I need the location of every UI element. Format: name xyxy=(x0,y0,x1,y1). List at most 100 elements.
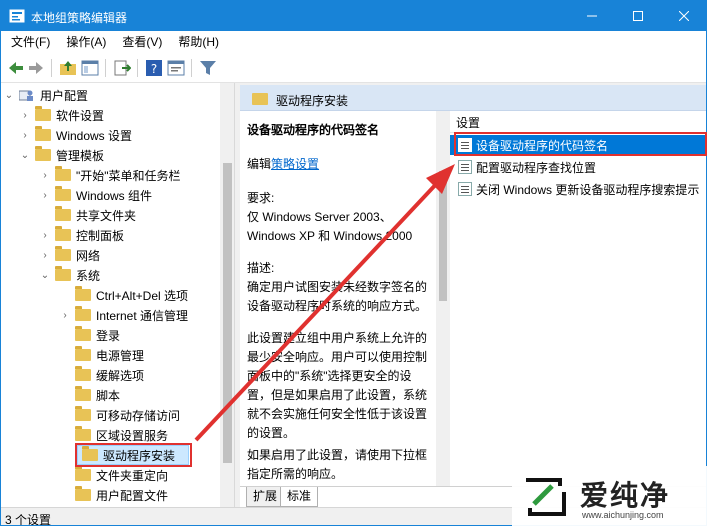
minimize-button[interactable] xyxy=(569,1,615,31)
tree-node-windows-components[interactable]: › Windows 组件 xyxy=(39,185,152,205)
chevron-right-icon[interactable]: › xyxy=(39,170,51,181)
close-icon xyxy=(679,11,689,21)
chevron-right-icon[interactable]: › xyxy=(19,130,31,141)
forward-arrow-icon[interactable] xyxy=(27,59,45,77)
details-header: 驱动程序安装 xyxy=(240,85,706,111)
menu-bar: 文件(F) 操作(A) 查看(V) 帮助(H) xyxy=(1,31,706,53)
tree-node-mitigation-options[interactable]: 缓解选项 xyxy=(59,365,144,385)
tree-node-control-panel[interactable]: › 控制面板 xyxy=(39,225,124,245)
requirements-label: 要求: xyxy=(247,191,275,205)
edit-prefix: 编辑 xyxy=(247,157,272,171)
tree-node-start-menu[interactable]: › "开始"菜单和任务栏 xyxy=(39,165,181,185)
show-hide-tree-icon[interactable] xyxy=(81,59,99,77)
tree-scrollbar[interactable] xyxy=(220,83,234,507)
toolbar-separator xyxy=(191,59,192,77)
folder-up-icon[interactable] xyxy=(59,59,77,77)
chevron-down-icon[interactable]: ⌄ xyxy=(39,270,51,281)
tree-node-power-management[interactable]: 电源管理 xyxy=(59,345,144,365)
svg-text:?: ? xyxy=(151,62,157,76)
tree-node-windows-settings[interactable]: › Windows 设置 xyxy=(19,125,132,145)
tree-node-label: 用户配置 xyxy=(40,88,89,103)
filter-icon[interactable] xyxy=(199,59,217,77)
scrollbar-thumb[interactable] xyxy=(439,171,447,301)
minimize-icon xyxy=(587,15,597,17)
description-paragraph-2: 此设置建立组中用户系统上允许的最少安全响应。用户可以使用控制面板中的"系统"选择… xyxy=(247,331,428,440)
tree-node-label: 登录 xyxy=(96,328,121,343)
folder-icon xyxy=(35,126,51,141)
gpedit-app-icon xyxy=(9,9,25,23)
help-icon[interactable]: ? xyxy=(145,59,163,77)
tree-node-user-profiles[interactable]: 用户配置文件 xyxy=(59,485,168,505)
tree-node-admin-templates[interactable]: ⌄ 管理模板 xyxy=(19,145,104,165)
menu-action[interactable]: 操作(A) xyxy=(58,31,114,53)
menu-help[interactable]: 帮助(H) xyxy=(170,31,227,53)
tree-node-label: 软件设置 xyxy=(56,108,105,123)
folder-icon xyxy=(75,346,91,361)
tree-node-folder-redirection[interactable]: 文件夹重定向 xyxy=(59,465,168,485)
folder-icon xyxy=(75,466,91,481)
folder-icon xyxy=(75,406,91,421)
setting-row-turn-off-wu-search-prompt[interactable]: 关闭 Windows 更新设备驱动程序搜索提示 xyxy=(450,179,706,199)
details-header-title: 驱动程序安装 xyxy=(276,94,349,108)
tree-node-label: 控制面板 xyxy=(76,228,125,243)
tree-node-logon[interactable]: 登录 xyxy=(59,325,120,345)
edit-policy-link[interactable]: 策略设置 xyxy=(271,157,319,171)
tab-standard[interactable]: 标准 xyxy=(280,487,319,507)
folder-icon xyxy=(55,166,71,181)
folder-icon xyxy=(75,286,91,301)
close-button[interactable] xyxy=(661,1,706,31)
tree-node-user-config[interactable]: ⌄ 用户配置 xyxy=(3,85,88,105)
tree-node-removable-storage[interactable]: 可移动存储访问 xyxy=(59,405,180,425)
toolbar-separator xyxy=(137,59,138,77)
back-arrow-icon[interactable] xyxy=(7,59,25,77)
tree-node-shared-folders[interactable]: 共享文件夹 xyxy=(39,205,136,225)
tree-node-internet-communication[interactable]: › Internet 通信管理 xyxy=(59,305,188,325)
description-panel: 设备驱动程序的代码签名 编辑策略设置 要求: 仅 Windows Server … xyxy=(240,111,440,486)
watermark: 爱纯净 www.aichunjing.com xyxy=(512,466,707,526)
tree-node-network[interactable]: › 网络 xyxy=(39,245,100,265)
policy-setting-icon xyxy=(458,182,472,196)
tree-node-software-settings[interactable]: › 软件设置 xyxy=(19,105,104,125)
tree-node-label: 缓解选项 xyxy=(96,368,145,383)
setting-row-driver-search-location[interactable]: 配置驱动程序查找位置 xyxy=(450,157,706,177)
tree-node-label: Windows 组件 xyxy=(76,188,153,203)
tree-node-label: Internet 通信管理 xyxy=(96,308,189,323)
tab-extended[interactable]: 扩展 xyxy=(246,487,285,507)
menu-view[interactable]: 查看(V) xyxy=(114,31,170,53)
tree-node-system[interactable]: ⌄ 系统 xyxy=(39,265,100,285)
tree-node-ctrl-alt-del[interactable]: Ctrl+Alt+Del 选项 xyxy=(59,285,188,305)
tree-node-locale-services[interactable]: 区域设置服务 xyxy=(59,425,168,445)
watermark-logo-icon xyxy=(526,478,566,516)
settings-column-header[interactable]: 设置 xyxy=(450,113,706,133)
tree-node-scripts[interactable]: 脚本 xyxy=(59,385,120,405)
watermark-url: www.aichunjing.com xyxy=(582,510,664,520)
folder-icon xyxy=(55,246,71,261)
edit-policy-line: 编辑策略设置 xyxy=(247,155,319,172)
chevron-down-icon[interactable]: ⌄ xyxy=(19,150,31,161)
properties-icon[interactable] xyxy=(167,59,185,77)
requirements-text: 仅 Windows Server 2003、Windows XP 和 Windo… xyxy=(247,210,413,243)
folder-icon xyxy=(75,306,91,321)
title-bar: 本地组策略编辑器 xyxy=(1,1,706,31)
toolbar: ? xyxy=(1,53,706,83)
toolbar-separator xyxy=(51,59,52,77)
chevron-right-icon[interactable]: › xyxy=(39,230,51,241)
settings-list: 设置 设备驱动程序的代码签名 配置驱动程序查找位置 关闭 Windows 更新设… xyxy=(450,111,706,486)
chevron-right-icon[interactable]: › xyxy=(19,110,31,121)
setting-title: 设备驱动程序的代码签名 xyxy=(247,123,380,137)
chevron-right-icon[interactable]: › xyxy=(59,310,71,321)
chevron-right-icon[interactable]: › xyxy=(39,190,51,201)
menu-file[interactable]: 文件(F) xyxy=(3,31,58,53)
annotation-highlight-tree xyxy=(75,443,192,467)
maximize-button[interactable] xyxy=(615,1,661,31)
chevron-right-icon[interactable]: › xyxy=(39,250,51,261)
scrollbar-thumb[interactable] xyxy=(223,163,232,463)
export-list-icon[interactable] xyxy=(113,59,131,77)
chevron-down-icon[interactable]: ⌄ xyxy=(3,90,15,101)
tree-node-label: 可移动存储访问 xyxy=(96,408,181,423)
user-config-icon xyxy=(19,90,33,101)
tree-node-label: 共享文件夹 xyxy=(76,208,137,223)
tree-node-label: 网络 xyxy=(76,248,101,263)
description-paragraph-3: 如果启用了此设置，请使用下拉框指定所需的响应。 xyxy=(247,448,428,481)
description-scrollbar[interactable] xyxy=(436,111,450,486)
